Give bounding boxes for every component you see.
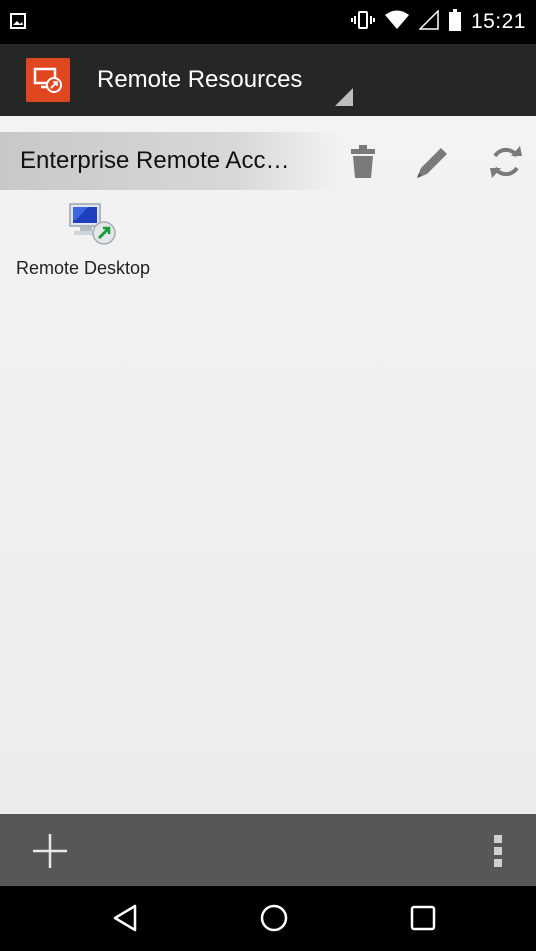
- page-title[interactable]: Remote Resources: [97, 66, 302, 94]
- status-time: 15:21: [470, 10, 526, 33]
- system-nav-bar: [0, 886, 536, 951]
- refresh-icon[interactable]: [488, 144, 524, 180]
- resource-content-area: Enterprise Remote Acc… Remote Desktop: [0, 116, 536, 814]
- add-icon[interactable]: [30, 831, 70, 871]
- group-title[interactable]: Enterprise Remote Acc…: [20, 147, 289, 175]
- remote-desktop-logo-icon[interactable]: [26, 58, 70, 102]
- back-icon[interactable]: [105, 898, 145, 938]
- home-icon[interactable]: [254, 898, 294, 938]
- battery-icon: [448, 8, 461, 36]
- overflow-menu-icon[interactable]: [486, 831, 510, 871]
- wifi-icon: [384, 10, 409, 35]
- image-notification-icon: [10, 13, 26, 34]
- bottom-action-bar: [0, 814, 536, 886]
- recents-icon[interactable]: [403, 898, 443, 938]
- delete-icon[interactable]: [345, 144, 381, 180]
- status-bar: 15:21: [0, 0, 536, 44]
- vibrate-icon: [350, 10, 375, 35]
- resource-label: Remote Desktop: [16, 258, 151, 278]
- cell-signal-icon: [418, 8, 439, 35]
- edit-icon[interactable]: [413, 144, 449, 180]
- remote-desktop-icon[interactable]: [68, 200, 118, 246]
- resource-tile-remote-desktop[interactable]: Remote Desktop: [8, 198, 178, 288]
- resource-group-header: Enterprise Remote Acc…: [0, 132, 536, 190]
- action-bar: Remote Resources: [0, 44, 536, 116]
